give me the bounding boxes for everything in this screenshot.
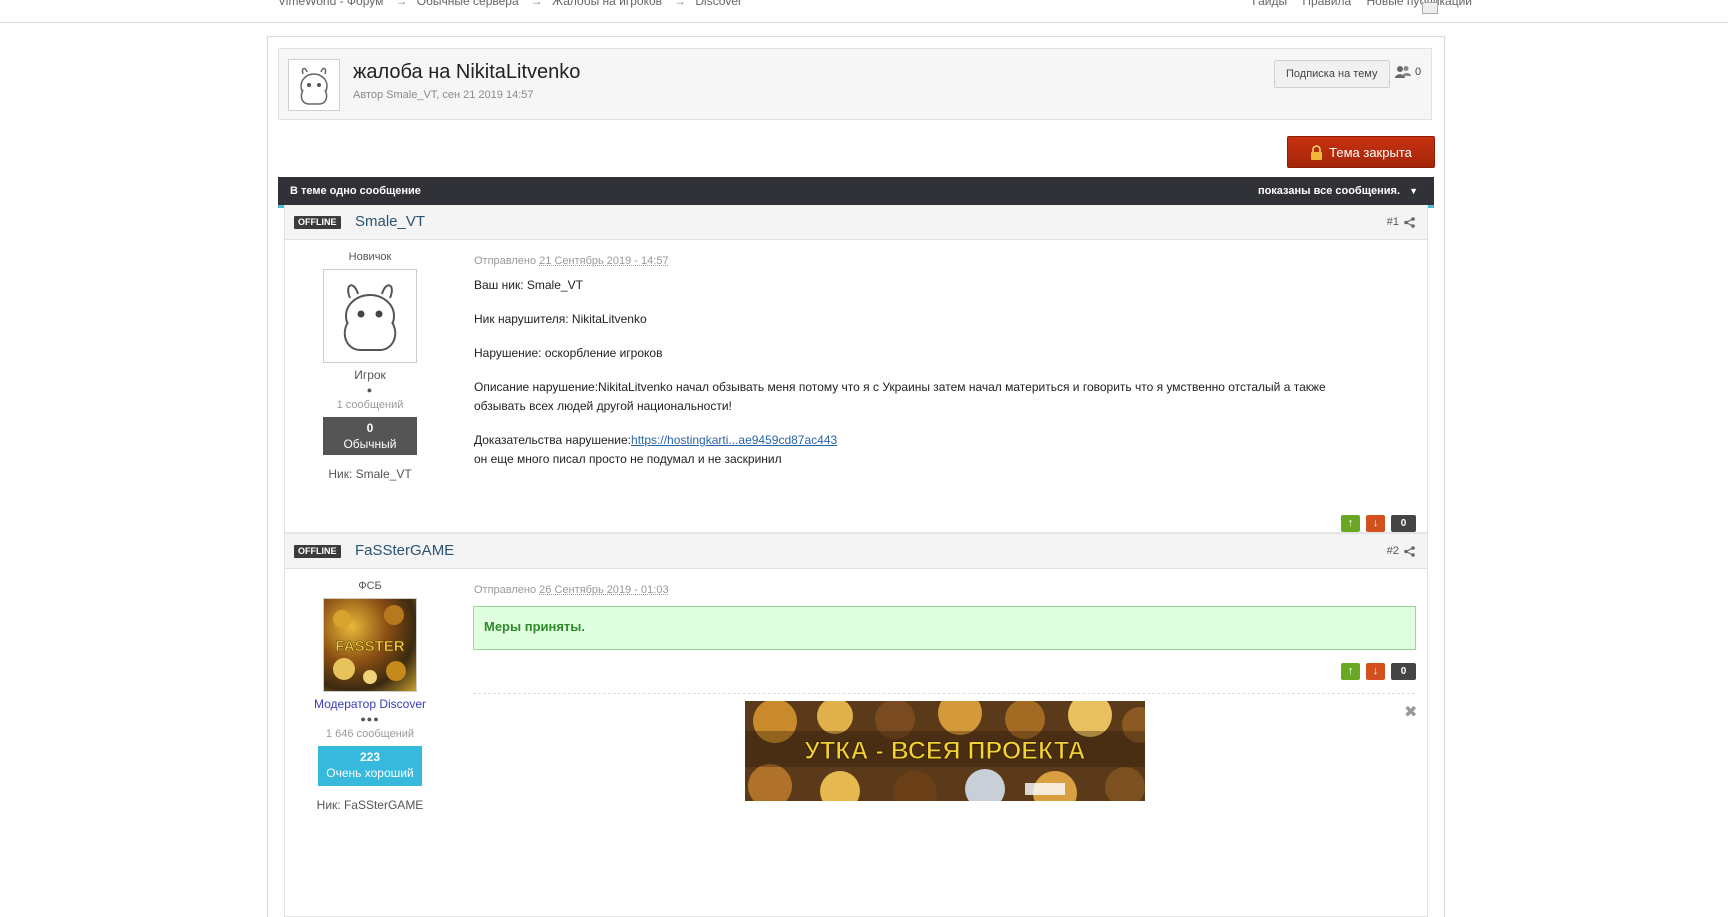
breadcrumb-item[interactable]: Жалобы на игроков — [552, 0, 662, 8]
default-avatar-icon — [343, 284, 397, 351]
signature-divider — [473, 693, 1415, 694]
breadcrumb-separator: → — [395, 0, 408, 8]
signature-banner-text: УТКА - ВСЕЯ ПРОЕКТА — [804, 737, 1085, 765]
author-game-nick: Ник: Smale_VT — [328, 467, 412, 481]
chevron-down-icon: ▼ — [1409, 186, 1418, 196]
rank-pips: ● — [366, 385, 374, 395]
vote-up-button[interactable]: ↑ — [1341, 515, 1360, 532]
post-meta: Отправлено 26 Сентябрь 2019 - 01:03 — [474, 584, 669, 596]
evidence-label: Доказательства нарушение: — [474, 433, 632, 447]
breadcrumb-item[interactable]: VimeWorld - Форум — [278, 0, 383, 8]
topic-header: жалоба на NikitaLitvenko Автор Smale_VT,… — [278, 48, 1432, 120]
reputation-value: 0 — [366, 421, 374, 435]
posts-info-bar: В теме одно сообщение показаны все сообщ… — [278, 177, 1434, 208]
post-line: он еще много писал просто не подумал и н… — [474, 452, 782, 466]
breadcrumb-item[interactable]: Обычные сервера — [417, 0, 519, 8]
reputation-value: 223 — [359, 750, 381, 764]
online-status-badge: OFFLINE — [294, 216, 341, 229]
reputation-box[interactable]: 223 Очень хороший — [318, 746, 422, 786]
follow-topic-button[interactable]: Подписка на тему — [1274, 60, 1390, 88]
share-icon — [1404, 545, 1415, 557]
post-number-label: #2 — [1386, 545, 1399, 557]
close-signature-icon[interactable]: ✖ — [1404, 702, 1417, 722]
post-author-link[interactable]: FaSSterGAME — [355, 542, 454, 559]
author-rank: Игрок — [354, 368, 386, 382]
online-status-badge: OFFLINE — [294, 545, 341, 558]
moderator-message-box: Меры приняты. — [473, 606, 1416, 650]
topic-author-date: Автор Smale_VT, сен 21 2019 14:57 — [353, 89, 534, 101]
posts-count-label: В теме одно сообщение — [290, 185, 421, 197]
breadcrumb-separator: → — [530, 0, 543, 8]
vote-score: 0 — [1391, 515, 1416, 532]
fasster-avatar-image: FASSTER — [333, 605, 406, 684]
topic-title: жалоба на NikitaLitvenko — [353, 61, 581, 83]
topic-closed-label: Тема закрыта — [1329, 144, 1412, 160]
share-icon — [1404, 216, 1415, 228]
topic-author-avatar[interactable] — [288, 59, 340, 111]
signature-banner: УТКА - ВСЕЯ ПРОЕКТА — [745, 701, 1145, 801]
top-link-new-posts[interactable]: Новые публикации — [1367, 0, 1473, 8]
vote-up-button[interactable]: ↑ — [1341, 663, 1360, 680]
evidence-link[interactable]: https://hostingkarti...ae9459cd87ac443 — [631, 433, 837, 447]
post-votes: ↑ ↓ 0 — [1341, 663, 1416, 680]
author-group: Новичок — [348, 251, 392, 263]
top-link-rules[interactable]: Правила — [1302, 0, 1351, 8]
signature-banner-image: УТКА - ВСЕЯ ПРОЕКТА — [745, 701, 1145, 801]
author-game-nick: Ник: FaSSterGAME — [316, 798, 424, 812]
author-post-count: 1 сообщений — [336, 399, 404, 411]
post-date: 21 Сентябрь 2019 - 14:57 — [539, 255, 669, 267]
post-number-label: #1 — [1386, 216, 1399, 228]
reputation-box[interactable]: 0 Обычный — [323, 417, 417, 455]
post-date: 26 Сентябрь 2019 - 01:03 — [539, 584, 669, 596]
posts-filter-label: показаны все сообщения. — [1257, 185, 1401, 197]
post-author-link[interactable]: Smale_VT — [355, 213, 425, 230]
post-body: Ваш ник: Smale_VT Ник нарушителя: Nikita… — [474, 276, 1334, 484]
top-navigation-strip: VimeWorld - Форум → Обычные сервера → Жало… — [0, 0, 1728, 23]
breadcrumb: VimeWorld - Форум → Обычные сервера → Жало… — [278, 0, 748, 8]
breadcrumb-item[interactable]: Discover — [695, 0, 742, 8]
post-evidence-line: Доказательства нарушение:https://hosting… — [474, 431, 1334, 450]
rank-pips: ●●● — [360, 714, 380, 724]
post-line: Ник нарушителя: NikitaLitvenko — [474, 312, 647, 326]
author-post-count: 1 646 сообщений — [325, 728, 415, 740]
post-votes: ↑ ↓ 0 — [1341, 515, 1416, 532]
followers-count[interactable]: 0 — [1395, 65, 1421, 78]
post-header: OFFLINE Smale_VT #1 — [285, 205, 1427, 240]
post-meta: Отправлено 21 Сентябрь 2019 - 14:57 — [474, 255, 669, 267]
author-rank: Модератор Discover — [313, 697, 427, 711]
users-icon — [1395, 66, 1411, 78]
posts-filter-dropdown[interactable]: показаны все сообщения. ▼ — [1258, 185, 1418, 197]
followers-number: 0 — [1415, 65, 1422, 78]
post-header: OFFLINE FaSSterGAME #2 — [285, 534, 1427, 569]
reputation-label: Очень хороший — [326, 766, 414, 780]
author-avatar[interactable]: FASSTER — [323, 598, 417, 692]
reputation-label: Обычный — [343, 437, 397, 451]
author-sidebar: Новичок Игрок ● 1 сообщений 0 Обычный Ни… — [285, 251, 455, 481]
top-link-guides[interactable]: Гайды — [1252, 0, 1287, 8]
rss-icon[interactable] — [1422, 2, 1438, 14]
post-meta-prefix: Отправлено — [474, 584, 537, 596]
default-avatar-icon — [300, 67, 328, 105]
vote-down-button[interactable]: ↓ — [1366, 663, 1385, 680]
post-number[interactable]: #2 — [1387, 545, 1415, 557]
vote-score: 0 — [1391, 663, 1416, 680]
avatar-logo-text: FASSTER — [335, 638, 404, 655]
lock-icon — [1311, 144, 1323, 160]
author-avatar[interactable] — [323, 269, 417, 363]
post-meta-prefix: Отправлено — [474, 255, 537, 267]
author-group: ФСБ — [358, 580, 382, 592]
post-line: Описание нарушение:NikitaLitvenko начал … — [474, 380, 1326, 413]
post-2: OFFLINE FaSSterGAME #2 ФСБ FASSTER Модер… — [284, 533, 1428, 917]
post-line: Ваш ник: Smale_VT — [474, 278, 583, 292]
post-line: Нарушение: оскорбление игроков — [474, 346, 663, 360]
topic-closed-button[interactable]: Тема закрыта — [1287, 136, 1435, 168]
vote-down-button[interactable]: ↓ — [1366, 515, 1385, 532]
breadcrumb-separator: → — [674, 0, 687, 8]
author-sidebar: ФСБ FASSTER Модератор Discover ●●● 1 646… — [285, 580, 455, 812]
post-number[interactable]: #1 — [1387, 216, 1415, 228]
content-wrapper: жалоба на NikitaLitvenko Автор Smale_VT,… — [267, 36, 1445, 917]
post-1: OFFLINE Smale_VT #1 Новичок Игрок ● 1 со… — [284, 205, 1428, 533]
